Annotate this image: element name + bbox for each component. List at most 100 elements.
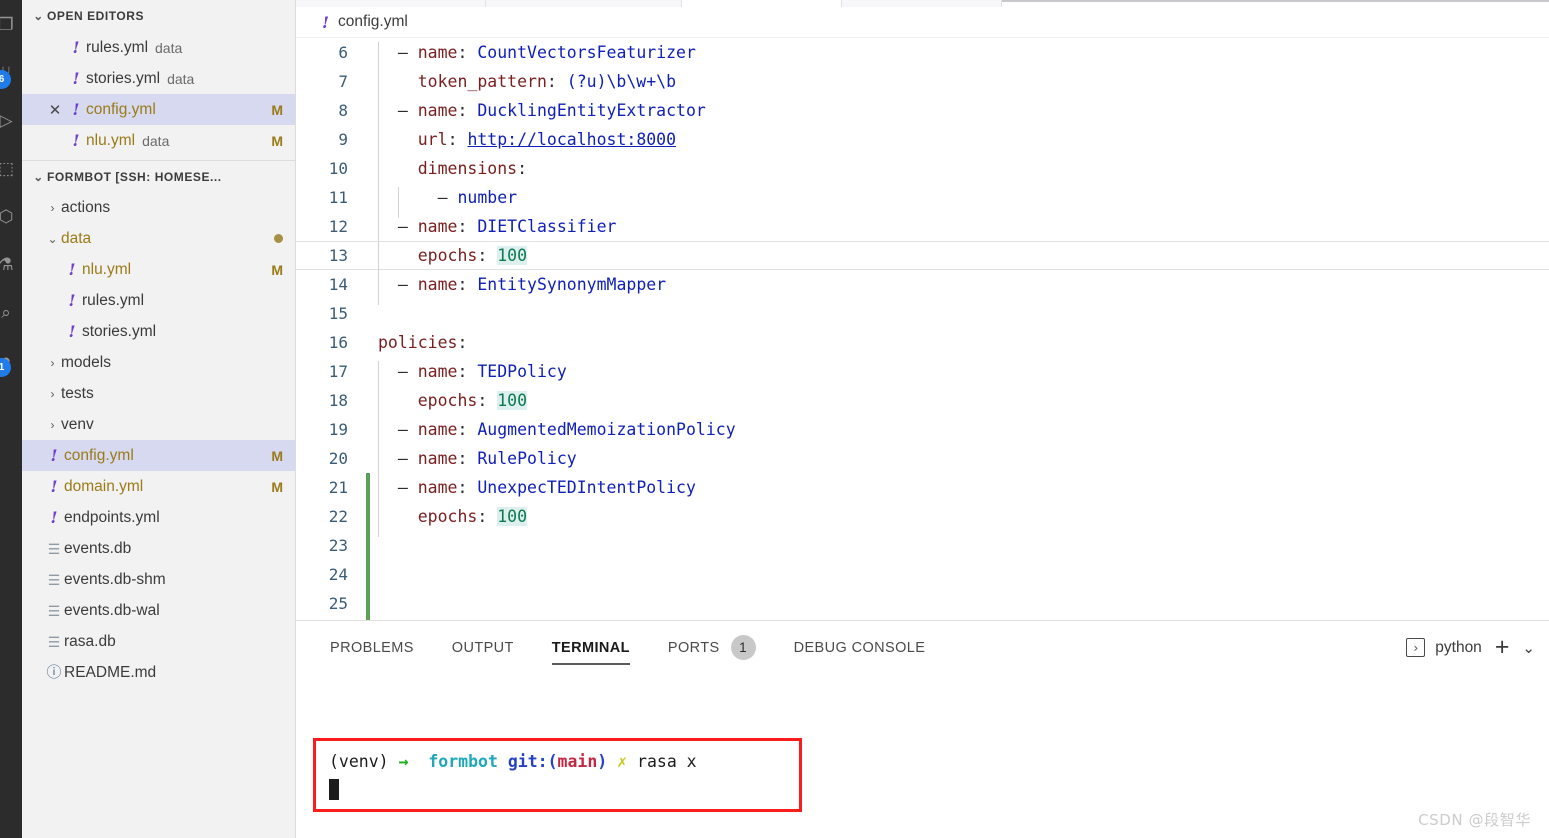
tree-file-label: rasa.db xyxy=(64,632,116,650)
code-editor[interactable]: 6 – name: CountVectorsFeaturizer 7 token_… xyxy=(296,38,1549,620)
source-control-icon[interactable]: ⑂6 xyxy=(0,48,22,96)
search-icon[interactable]: ⌕ xyxy=(0,288,22,336)
panel-tab-output[interactable]: OUTPUT xyxy=(452,621,514,674)
open-editors-header[interactable]: ⌄ OPEN EDITORS xyxy=(22,0,295,32)
git-branch-label: main xyxy=(557,752,598,771)
tree-file[interactable]: ! nlu.yml M xyxy=(22,254,295,285)
code-token-v: number xyxy=(457,188,518,207)
workspace-header[interactable]: ⌄ FORMBOT [SSH: HOMESE... xyxy=(22,160,295,192)
open-editor-filename: stories.yml xyxy=(86,69,161,87)
remote-explorer-icon[interactable]: ⬡ xyxy=(0,192,22,240)
code-token-dash: – xyxy=(378,420,418,439)
breadcrumb[interactable]: ! config.yml xyxy=(296,7,1549,38)
code-token-dash: – xyxy=(378,362,418,381)
chevron-right-icon: › xyxy=(50,200,55,215)
code-line[interactable]: 17 – name: TEDPolicy xyxy=(296,357,1549,392)
testing-icon[interactable]: ⚗ xyxy=(0,240,22,288)
code-token-v: CountVectorsFeaturizer xyxy=(477,43,696,62)
code-line[interactable]: 16 policies: xyxy=(296,328,1549,357)
accounts-icon[interactable]: ●1 xyxy=(0,336,22,384)
open-editor-item[interactable]: ! rules.yml data xyxy=(22,32,295,63)
code-line[interactable]: 15 xyxy=(296,299,1549,328)
tree-file[interactable]: ⓘ README.md xyxy=(22,657,295,688)
tree-folder[interactable]: › models xyxy=(22,347,295,378)
tree-file[interactable]: ☰ events.db-wal xyxy=(22,595,295,626)
code-line[interactable]: 18 epochs: 100 xyxy=(296,386,1549,421)
tree-file[interactable]: ☰ rasa.db xyxy=(22,626,295,657)
terminal-cursor xyxy=(329,779,339,800)
tree-folder[interactable]: ⌄ data xyxy=(22,223,295,254)
folder-modified-dot xyxy=(274,234,283,243)
tree-file[interactable]: ! rules.yml xyxy=(22,285,295,316)
code-line[interactable]: 12 – name: DIETClassifier xyxy=(296,212,1549,247)
code-line[interactable]: 24 xyxy=(296,560,1549,589)
code-token-num: 100 xyxy=(497,246,528,265)
open-editor-item[interactable]: ! stories.yml data xyxy=(22,63,295,94)
code-line[interactable]: 10 dimensions: xyxy=(296,154,1549,189)
explorer-sidebar: ⌄ OPEN EDITORS ! rules.yml data! stories.ym… xyxy=(22,0,296,838)
code-line[interactable]: 22 epochs: 100 xyxy=(296,502,1549,537)
panel-tab-label: DEBUG CONSOLE xyxy=(793,639,926,656)
extensions-icon[interactable]: ⬚ xyxy=(0,144,22,192)
code-token-k: name xyxy=(417,101,458,120)
tree-folder[interactable]: › venv xyxy=(22,409,295,440)
code-line[interactable]: 7 token_pattern: (?u)\b\w+\b xyxy=(296,67,1549,102)
line-number: 13 xyxy=(328,246,348,265)
tree-file[interactable]: ☰ events.db xyxy=(22,533,295,564)
panel-tab-badge: 1 xyxy=(730,635,756,660)
code-line[interactable]: 20 – name: RulePolicy xyxy=(296,444,1549,479)
terminal-body[interactable]: (venv) → formbot git:(main) ✗ rasa x xyxy=(296,674,1549,838)
run-debug-icon[interactable]: ▷ xyxy=(0,96,22,144)
editor-tab[interactable] xyxy=(296,0,486,7)
code-line[interactable]: 25 xyxy=(296,589,1549,618)
active-terminal-chip[interactable]: › python xyxy=(1406,638,1482,657)
modified-badge: M xyxy=(271,132,283,149)
panel-tab-ports[interactable]: PORTS 1 xyxy=(668,621,756,674)
tree-folder[interactable]: › tests xyxy=(22,378,295,409)
new-terminal-button[interactable]: + xyxy=(1495,635,1510,660)
editor-tab-active[interactable] xyxy=(682,0,842,7)
code-line[interactable]: 9 url: http://localhost:8000 xyxy=(296,125,1549,160)
code-token-k: policies xyxy=(378,333,458,352)
tree-folder-label: data xyxy=(61,229,92,247)
tree-file[interactable]: ! stories.yml xyxy=(22,316,295,347)
tree-folder[interactable]: › actions xyxy=(22,192,295,223)
code-token-link[interactable]: http://localhost:8000 xyxy=(467,130,676,149)
code-line[interactable]: 11 – number xyxy=(296,183,1549,218)
tree-file[interactable]: ☰ events.db-shm xyxy=(22,564,295,595)
open-editor-item[interactable]: ! nlu.yml data M xyxy=(22,125,295,156)
code-line[interactable]: 13 epochs: 100 xyxy=(296,241,1549,276)
breadcrumb-label[interactable]: config.yml xyxy=(338,13,408,31)
code-line[interactable]: 8 – name: DucklingEntityExtractor xyxy=(296,96,1549,131)
code-token-k: name xyxy=(417,362,458,381)
explorer-icon[interactable]: ❐ xyxy=(0,0,22,48)
panel-tab-debug-console[interactable]: DEBUG CONSOLE xyxy=(794,621,926,674)
line-number: 20 xyxy=(328,449,348,468)
code-line[interactable]: 6 – name: CountVectorsFeaturizer xyxy=(296,38,1549,73)
line-number: 8 xyxy=(338,101,348,120)
panel-tab-label: TERMINAL xyxy=(551,639,630,656)
editor-tab[interactable] xyxy=(842,0,1002,7)
code-line[interactable]: 21 – name: UnexpecTEDIntentPolicy xyxy=(296,473,1549,508)
close-icon[interactable]: ✕ xyxy=(44,101,66,119)
yml-file-icon: ! xyxy=(72,100,80,119)
open-editors-list: ! rules.yml data! stories.yml data ✕! config.y… xyxy=(22,32,295,156)
code-line-text: – name: CountVectorsFeaturizer xyxy=(362,42,1549,73)
tree-file[interactable]: ! endpoints.yml xyxy=(22,502,295,533)
code-line[interactable]: 19 – name: AugmentedMemoizationPolicy xyxy=(296,415,1549,450)
chevron-down-icon[interactable]: ⌄ xyxy=(1522,639,1535,657)
tree-file[interactable]: ! domain.yml M xyxy=(22,471,295,502)
modified-badge: M xyxy=(271,261,283,278)
editor-tab[interactable] xyxy=(486,0,682,7)
open-editor-item[interactable]: ✕! config.yml M xyxy=(22,94,295,125)
panel-tab-problems[interactable]: PROBLEMS xyxy=(330,621,414,674)
code-line[interactable]: 14 – name: EntitySynonymMapper xyxy=(296,270,1549,305)
tree-file[interactable]: ! config.yml M xyxy=(22,440,295,471)
yml-file-icon: ! xyxy=(68,260,76,279)
gutter-change-indicator xyxy=(366,531,370,560)
terminal-name-label: python xyxy=(1435,638,1482,656)
panel-tab-terminal[interactable]: TERMINAL xyxy=(551,621,631,674)
code-token-dash: – xyxy=(378,101,418,120)
code-line[interactable]: 23 xyxy=(296,531,1549,560)
